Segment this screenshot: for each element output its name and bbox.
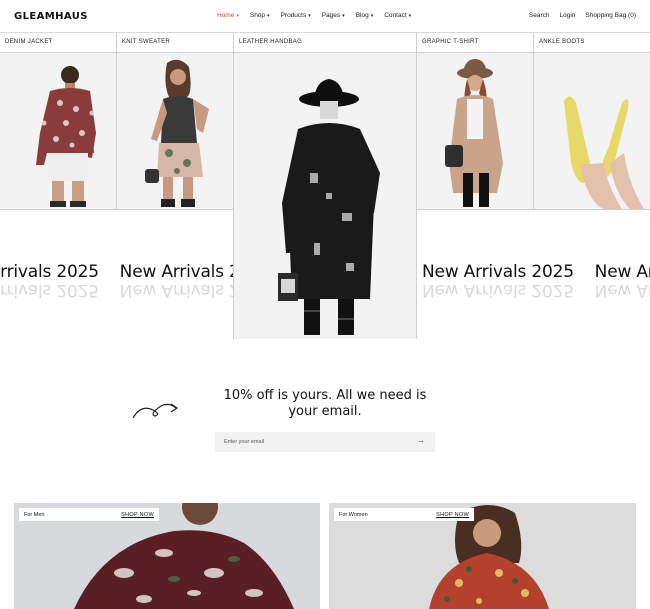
- promo-tag: For Women: [339, 511, 368, 518]
- email-placeholder: Enter your email: [224, 439, 265, 445]
- nav-item-contact[interactable]: Contact ▾: [384, 12, 411, 19]
- login-link[interactable]: Login: [560, 12, 576, 19]
- promo-card-men[interactable]: For Men SHOP NOW: [14, 503, 320, 609]
- banner-text-segment: New Arrivals 2025: [119, 280, 233, 300]
- nav-label: Home: [217, 12, 235, 19]
- category-label: GRAPHIC T-SHIRT: [422, 39, 479, 45]
- category-card-ankle-boots[interactable]: ANKLE BOOTS: [534, 33, 650, 209]
- shopping-bag-link[interactable]: Shopping Bag (0): [585, 12, 636, 19]
- product-image-knit-sweater: [117, 53, 233, 209]
- nav-label: Shop: [249, 12, 266, 19]
- nav-item-blog[interactable]: Blog ▾: [356, 12, 374, 19]
- arrow-right-icon[interactable]: →: [417, 436, 425, 445]
- chevron-down-icon: ▾: [370, 13, 374, 19]
- category-label: KNIT SWEATER: [122, 39, 171, 45]
- category-card-graphic-tshirt[interactable]: GRAPHIC T-SHIRT: [417, 33, 534, 209]
- nav-item-shop[interactable]: Shop ▾: [250, 12, 270, 19]
- nav-item-home[interactable]: Home ▾: [217, 12, 239, 19]
- category-label: DENIM JACKET: [5, 39, 53, 45]
- category-card-knit-sweater[interactable]: KNIT SWEATER: [117, 33, 234, 209]
- banner-text: New Arrivals 2025 New Arrivals 2025: [422, 262, 650, 282]
- promo-label-bar: For Men SHOP NOW: [19, 508, 159, 521]
- banner-text-segment: New Arrivals 2025: [0, 262, 99, 282]
- product-image-leather-handbag: [234, 53, 416, 339]
- promo-tag: For Men: [24, 511, 45, 518]
- nav-label: Pages: [321, 12, 341, 19]
- newsletter-section: 10% off is yours. All we need is your em…: [0, 338, 650, 498]
- utility-nav: Search Login Shopping Bag (0): [529, 12, 636, 19]
- category-label: LEATHER HANDBAG: [239, 39, 303, 45]
- category-grid: DENIM JACKET KNIT SWEATER LEATHER HANDBA…: [0, 32, 650, 339]
- shop-now-link[interactable]: SHOP NOW: [436, 512, 469, 518]
- new-arrivals-banner-right: New Arrivals 2025 New Arrivals 2025 New …: [417, 209, 650, 339]
- chevron-down-icon: ▾: [236, 13, 239, 19]
- category-card-denim-jacket[interactable]: DENIM JACKET: [0, 33, 117, 209]
- search-link[interactable]: Search: [529, 12, 550, 19]
- email-field[interactable]: Enter your email →: [215, 432, 435, 452]
- chevron-down-icon: ▾: [408, 13, 412, 19]
- promo-label-bar: For Women SHOP NOW: [334, 508, 474, 521]
- nav-label: Blog: [355, 12, 369, 19]
- banner-text-segment: New Arrivals 2025: [119, 262, 233, 282]
- product-image-graphic-tshirt: [417, 53, 533, 209]
- category-card-leather-handbag[interactable]: LEATHER HANDBAG: [234, 33, 417, 339]
- banner-text-segment: New Arrivals 2025: [594, 262, 650, 282]
- nav-label: Products: [280, 12, 307, 19]
- nav-label: Contact: [384, 12, 407, 19]
- chevron-down-icon: ▾: [342, 13, 345, 19]
- shop-now-link[interactable]: SHOP NOW: [121, 512, 154, 518]
- promo-card-women[interactable]: For Women SHOP NOW: [329, 503, 636, 609]
- chevron-down-icon: ▾: [267, 13, 270, 19]
- product-image-denim-jacket: [0, 53, 116, 209]
- banner-text-segment: New Arrivals 2025: [422, 280, 574, 300]
- banner-text-segment: New Arrivals 2025: [0, 280, 99, 300]
- site-header: GLEAMHAUS Home ▾ Shop ▾ Products ▾ Pages ▾ B…: [0, 0, 650, 32]
- product-image-ankle-boots: [534, 53, 650, 209]
- new-arrivals-banner-left: New Arrivals 2025 New Arrivals 2025 New …: [0, 209, 234, 339]
- chevron-down-icon: ▾: [308, 13, 311, 19]
- main-nav: Home ▾ Shop ▾ Products ▾ Pages ▾ Blog ▾ Conta…: [217, 12, 411, 19]
- category-label: ANKLE BOOTS: [539, 39, 585, 45]
- banner-reflection: New Arrivals 2025 New Arrivals 2025: [422, 280, 650, 300]
- banner-reflection: New Arrivals 2025 New Arrivals 2025: [0, 280, 233, 300]
- curved-arrow-icon: [132, 403, 179, 419]
- site-logo[interactable]: GLEAMHAUS: [14, 11, 88, 22]
- nav-item-products[interactable]: Products ▾: [281, 12, 311, 19]
- banner-text-segment: New Arrivals 2025: [422, 262, 574, 282]
- newsletter-title: 10% off is yours. All we need is your em…: [223, 388, 427, 419]
- nav-item-pages[interactable]: Pages ▾: [322, 12, 345, 19]
- banner-text-segment: New Arrivals 2025: [594, 280, 650, 300]
- banner-text: New Arrivals 2025 New Arrivals 2025: [0, 262, 233, 282]
